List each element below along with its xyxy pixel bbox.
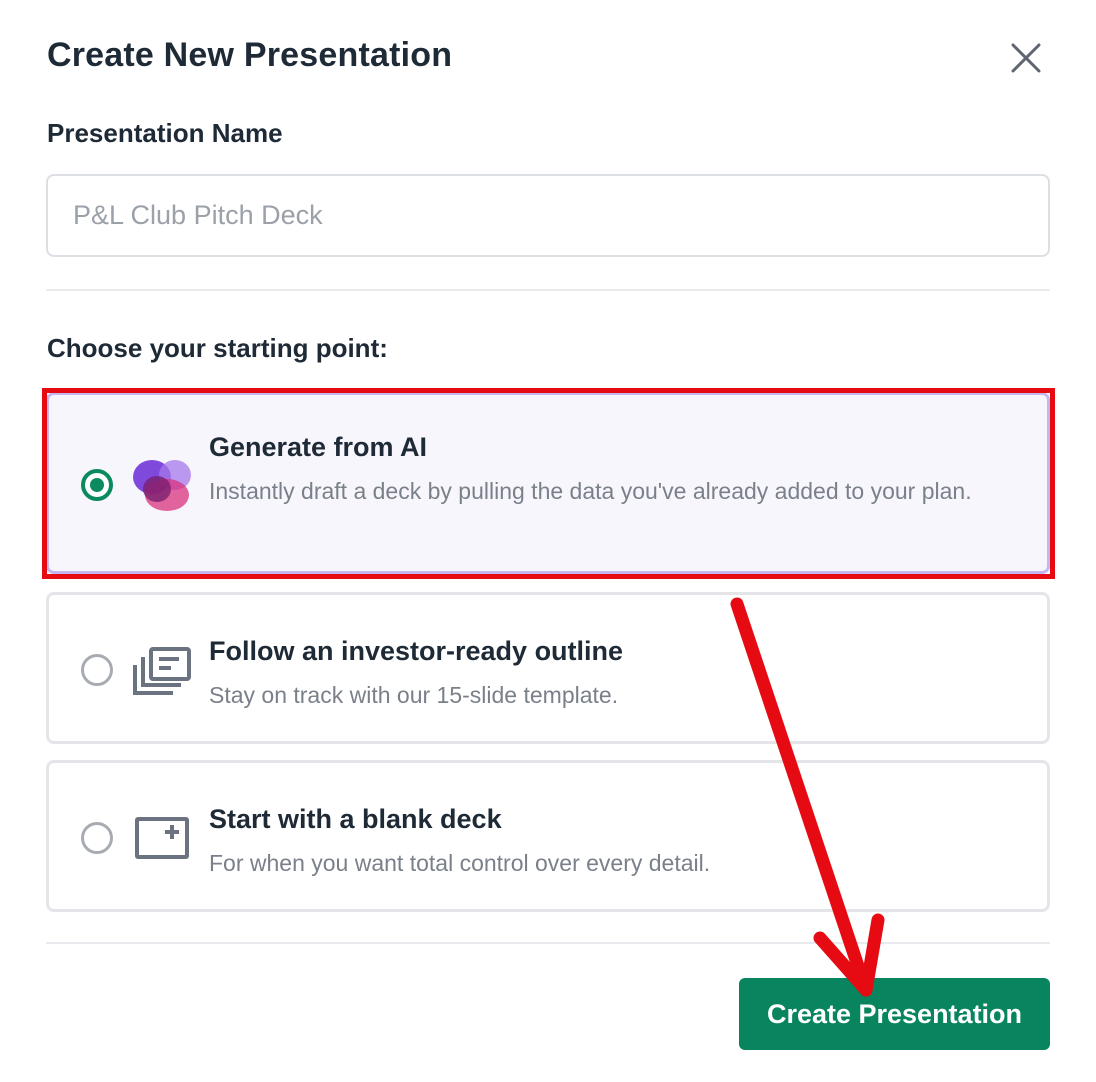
option-blank-deck[interactable]: Start with a blank deck For when you wan… bbox=[46, 760, 1050, 912]
option-generate-from-ai[interactable]: Generate from AI Instantly draft a deck … bbox=[46, 392, 1050, 574]
presentation-name-input[interactable] bbox=[46, 174, 1050, 257]
option-description: For when you want total control over eve… bbox=[209, 850, 711, 876]
ai-blob-icon bbox=[133, 460, 191, 511]
divider bbox=[46, 942, 1050, 944]
divider bbox=[46, 289, 1050, 291]
option-description: Instantly draft a deck by pulling the da… bbox=[209, 478, 972, 504]
radio-generate-from-ai[interactable] bbox=[81, 469, 113, 501]
radio-blank-deck[interactable] bbox=[81, 822, 113, 854]
presentation-name-label: Presentation Name bbox=[47, 118, 283, 148]
dialog-title: Create New Presentation bbox=[47, 36, 453, 74]
option-title: Follow an investor-ready outline bbox=[209, 636, 624, 666]
option-title: Generate from AI bbox=[209, 432, 428, 462]
close-icon bbox=[1011, 43, 1041, 73]
option-title: Start with a blank deck bbox=[209, 804, 502, 834]
blank-deck-icon bbox=[135, 817, 189, 859]
create-presentation-dialog: Create New Presentation Presentation Nam… bbox=[0, 0, 1096, 1082]
starting-point-label: Choose your starting point: bbox=[47, 333, 388, 363]
close-button[interactable] bbox=[1004, 38, 1048, 78]
option-description: Stay on track with our 15-slide template… bbox=[209, 682, 619, 708]
create-presentation-button[interactable]: Create Presentation bbox=[739, 978, 1050, 1050]
outline-slides-icon bbox=[133, 647, 191, 695]
radio-investor-outline[interactable] bbox=[81, 654, 113, 686]
option-investor-outline[interactable]: Follow an investor-ready outline Stay on… bbox=[46, 592, 1050, 744]
